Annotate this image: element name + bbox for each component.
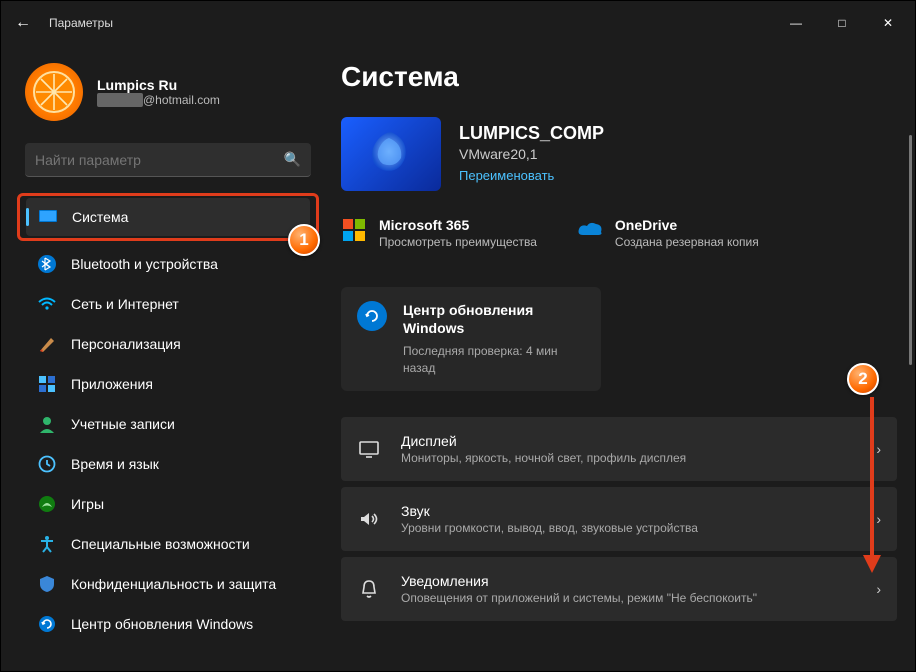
nav-list: Система 1 Bluetooth и устройства Сеть и …	[25, 193, 311, 643]
titlebar: ← Параметры — □ ✕	[1, 1, 915, 45]
update-icon	[37, 614, 57, 634]
sidebar-item-label: Bluetooth и устройства	[71, 256, 218, 272]
promo-microsoft365[interactable]: Microsoft 365 Просмотреть преимущества	[341, 217, 537, 249]
settings-window: ← Параметры — □ ✕	[0, 0, 916, 672]
rename-link[interactable]: Переименовать	[459, 168, 554, 183]
sidebar-item-label: Время и язык	[71, 456, 159, 472]
page-title: Система	[341, 61, 897, 93]
search-box[interactable]: 🔍	[25, 143, 311, 177]
orange-icon	[32, 70, 76, 114]
profile-email: xxxxxxx@hotmail.com	[97, 93, 220, 107]
window-title: Параметры	[49, 16, 113, 30]
device-thumbnail[interactable]	[341, 117, 441, 191]
sidebar-item-label: Конфиденциальность и защита	[71, 576, 276, 592]
sidebar-item-network[interactable]: Сеть и Интернет	[25, 285, 311, 323]
sidebar-item-time[interactable]: Время и язык	[25, 445, 311, 483]
card-title: Звук	[401, 503, 856, 519]
brush-icon	[37, 334, 57, 354]
update-icon	[357, 301, 387, 331]
main-content: Система LUMPICS_COMP VMware20,1 Переимен…	[321, 45, 915, 671]
profile-block[interactable]: Lumpics Ru xxxxxxx@hotmail.com	[25, 63, 311, 121]
minimize-button[interactable]: —	[773, 8, 819, 38]
card-notifications[interactable]: Уведомления Оповещения от приложений и с…	[341, 557, 897, 621]
sound-icon	[357, 507, 381, 531]
windows-bloom-icon	[361, 124, 421, 184]
promo-subtitle: Просмотреть преимущества	[379, 235, 537, 249]
apps-icon	[37, 374, 57, 394]
bluetooth-icon	[37, 254, 57, 274]
annotation-marker-1: 1	[288, 224, 320, 256]
sidebar-item-system[interactable]: Система	[26, 198, 310, 236]
sidebar-item-accessibility[interactable]: Специальные возможности	[25, 525, 311, 563]
back-button[interactable]: ←	[15, 14, 31, 32]
promo-subtitle: Создана резервная копия	[615, 235, 759, 249]
update-title: Центр обновления Windows	[403, 301, 585, 337]
annotation-highlight: Система 1	[17, 193, 319, 241]
maximize-button[interactable]: □	[819, 8, 865, 38]
clock-icon	[37, 454, 57, 474]
avatar	[25, 63, 83, 121]
sidebar-item-label: Сеть и Интернет	[71, 296, 179, 312]
annotation-marker-2: 2	[847, 363, 879, 395]
wifi-icon	[37, 294, 57, 314]
sidebar: Lumpics Ru xxxxxxx@hotmail.com 🔍 Система	[1, 45, 321, 671]
close-button[interactable]: ✕	[865, 8, 911, 38]
sidebar-item-label: Приложения	[71, 376, 153, 392]
promo-title: Microsoft 365	[379, 217, 537, 233]
sidebar-item-privacy[interactable]: Конфиденциальность и защита	[25, 565, 311, 603]
annotation-arrow-down	[861, 397, 883, 577]
card-display[interactable]: Дисплей Мониторы, яркость, ночной свет, …	[341, 417, 897, 481]
sidebar-item-bluetooth[interactable]: Bluetooth и устройства	[25, 245, 311, 283]
chevron-right-icon: ›	[876, 581, 881, 597]
search-icon: 🔍	[284, 151, 301, 168]
card-subtitle: Уровни громкости, вывод, ввод, звуковые …	[401, 521, 856, 535]
promo-row: Microsoft 365 Просмотреть преимущества O…	[341, 217, 897, 249]
device-row: LUMPICS_COMP VMware20,1 Переименовать	[341, 117, 897, 191]
gaming-icon	[37, 494, 57, 514]
sidebar-item-gaming[interactable]: Игры	[25, 485, 311, 523]
update-subtitle: Последняя проверка: 4 мин назад	[403, 343, 585, 377]
sidebar-item-label: Учетные записи	[71, 416, 175, 432]
sidebar-item-label: Система	[72, 209, 128, 225]
update-card[interactable]: Центр обновления Windows Последняя прове…	[341, 287, 601, 391]
promo-onedrive[interactable]: OneDrive Создана резервная копия	[577, 217, 759, 249]
card-subtitle: Мониторы, яркость, ночной свет, профиль …	[401, 451, 856, 465]
profile-name: Lumpics Ru	[97, 77, 220, 93]
sidebar-item-update[interactable]: Центр обновления Windows	[25, 605, 311, 643]
promo-title: OneDrive	[615, 217, 759, 233]
settings-cards: Дисплей Мониторы, яркость, ночной свет, …	[341, 417, 897, 621]
device-info: LUMPICS_COMP VMware20,1 Переименовать	[459, 123, 604, 185]
sidebar-item-label: Игры	[71, 496, 104, 512]
device-model: VMware20,1	[459, 146, 604, 162]
microsoft365-icon	[341, 217, 367, 243]
onedrive-icon	[577, 217, 603, 243]
sidebar-item-personalization[interactable]: Персонализация	[25, 325, 311, 363]
device-name: LUMPICS_COMP	[459, 123, 604, 144]
card-sound[interactable]: Звук Уровни громкости, вывод, ввод, звук…	[341, 487, 897, 551]
shield-icon	[37, 574, 57, 594]
scrollbar-thumb[interactable]	[909, 135, 912, 365]
window-controls: — □ ✕	[773, 8, 911, 38]
card-title: Дисплей	[401, 433, 856, 449]
search-input[interactable]	[35, 152, 284, 168]
card-title: Уведомления	[401, 573, 856, 589]
sidebar-item-label: Центр обновления Windows	[71, 616, 253, 632]
sidebar-item-apps[interactable]: Приложения	[25, 365, 311, 403]
sidebar-item-label: Специальные возможности	[71, 536, 250, 552]
accessibility-icon	[37, 534, 57, 554]
sidebar-item-accounts[interactable]: Учетные записи	[25, 405, 311, 443]
system-icon	[38, 207, 58, 227]
card-subtitle: Оповещения от приложений и системы, режи…	[401, 591, 856, 605]
person-icon	[37, 414, 57, 434]
sidebar-item-label: Персонализация	[71, 336, 181, 352]
display-icon	[357, 437, 381, 461]
bell-icon	[357, 577, 381, 601]
